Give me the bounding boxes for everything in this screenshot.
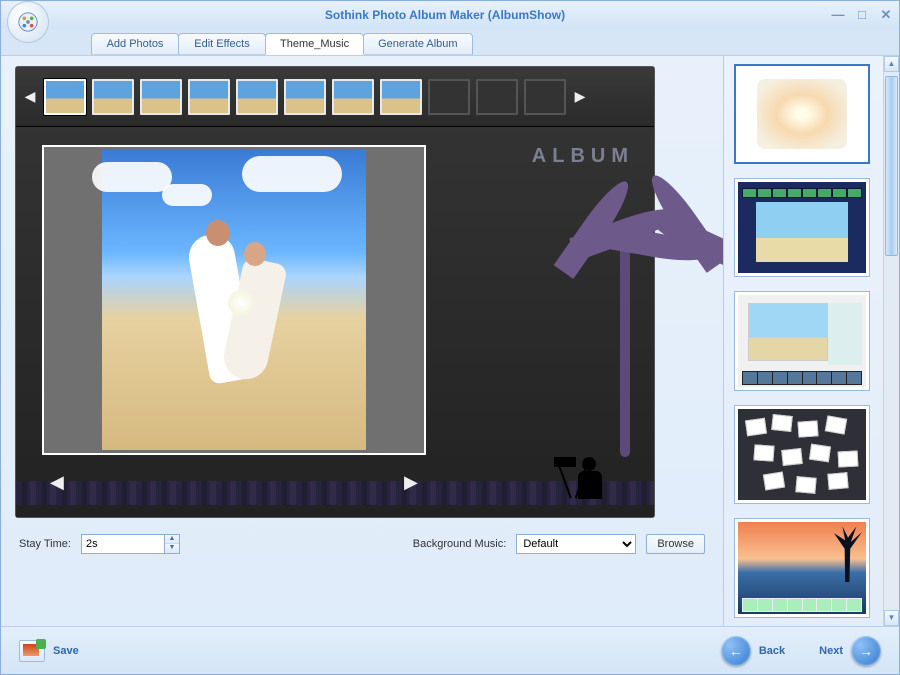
theme-item[interactable] — [734, 518, 870, 618]
theme-item[interactable] — [734, 291, 870, 391]
preview-photo-frame — [42, 145, 426, 455]
minimize-button[interactable]: — — [831, 7, 845, 23]
save-icon — [19, 640, 45, 662]
theme-list-panel: ▲ ▼ — [723, 56, 899, 626]
filmstrip: ◀ ▶ — [16, 67, 654, 127]
stay-time-input[interactable] — [81, 534, 165, 554]
filmstrip-thumb[interactable] — [380, 79, 422, 115]
stay-time-down-button[interactable]: ▼ — [165, 544, 179, 553]
bg-music-select[interactable]: Default — [516, 534, 636, 554]
preview-next-button[interactable]: ▶ — [404, 472, 418, 493]
bg-music-label: Background Music: — [413, 538, 507, 550]
tab-edit-effects[interactable]: Edit Effects — [178, 33, 266, 55]
stay-time-label: Stay Time: — [19, 538, 71, 550]
scroll-up-button[interactable]: ▲ — [884, 56, 899, 72]
filmstrip-thumb[interactable] — [92, 79, 134, 115]
theme-item[interactable] — [734, 405, 870, 505]
theme-item[interactable] — [734, 178, 870, 278]
back-button[interactable]: ← Back — [721, 636, 785, 666]
tab-generate-album[interactable]: Generate Album — [363, 33, 473, 55]
window-title: Sothink Photo Album Maker (AlbumShow) — [59, 8, 831, 22]
arrow-left-icon: ← — [721, 636, 751, 666]
close-button[interactable]: ✕ — [879, 7, 893, 23]
filmstrip-slot-empty[interactable] — [476, 79, 518, 115]
content-area: ◀ ▶ — [1, 55, 899, 626]
stage-body: ALBUM ◀ ▶ — [16, 127, 654, 517]
maximize-button[interactable]: □ — [855, 7, 869, 23]
save-button[interactable]: Save — [19, 640, 79, 662]
theme-scrollbar[interactable]: ▲ ▼ — [883, 56, 899, 626]
filmstrip-slot-empty[interactable] — [428, 79, 470, 115]
scroll-down-button[interactable]: ▼ — [884, 610, 899, 626]
album-preview-stage: ◀ ▶ — [15, 66, 655, 518]
filmstrip-slot-empty[interactable] — [524, 79, 566, 115]
app-window: Sothink Photo Album Maker (AlbumShow) — … — [0, 0, 900, 675]
arrow-right-icon: → — [851, 636, 881, 666]
filmstrip-next-button[interactable]: ▶ — [572, 88, 588, 105]
titlebar: Sothink Photo Album Maker (AlbumShow) — … — [1, 1, 899, 29]
photographer-silhouette — [552, 447, 622, 499]
filmstrip-thumb[interactable] — [188, 79, 230, 115]
back-label: Back — [759, 645, 785, 657]
palm-tree-graphic — [550, 237, 630, 457]
app-logo-icon — [7, 1, 49, 43]
filmstrip-thumb[interactable] — [332, 79, 374, 115]
filmstrip-thumb[interactable] — [140, 79, 182, 115]
main-panel: ◀ ▶ — [1, 56, 723, 626]
filmstrip-prev-button[interactable]: ◀ — [22, 88, 38, 105]
theme-item[interactable] — [734, 64, 870, 164]
scroll-thumb[interactable] — [885, 76, 898, 256]
filmstrip-thumb[interactable] — [284, 79, 326, 115]
wizard-footer: Save ← Back Next → — [1, 626, 899, 674]
stay-time-spinner[interactable]: ▲ ▼ — [81, 534, 180, 554]
tab-add-photos[interactable]: Add Photos — [91, 33, 179, 55]
theme-list — [724, 56, 883, 626]
preview-prev-button[interactable]: ◀ — [50, 472, 64, 493]
next-button[interactable]: Next → — [819, 636, 881, 666]
scroll-track[interactable] — [884, 72, 899, 610]
filmstrip-thumb[interactable] — [44, 79, 86, 115]
album-watermark-label: ALBUM — [532, 145, 634, 168]
save-label: Save — [53, 645, 79, 657]
preview-photo — [102, 150, 366, 450]
next-label: Next — [819, 645, 843, 657]
browse-music-button[interactable]: Browse — [646, 534, 705, 554]
tab-theme-music[interactable]: Theme_Music — [265, 33, 364, 55]
theme-controls-row: Stay Time: ▲ ▼ Background Music: Default… — [15, 518, 709, 560]
tab-bar: Add Photos Edit Effects Theme_Music Gene… — [1, 29, 899, 55]
stay-time-up-button[interactable]: ▲ — [165, 535, 179, 544]
filmstrip-thumb[interactable] — [236, 79, 278, 115]
